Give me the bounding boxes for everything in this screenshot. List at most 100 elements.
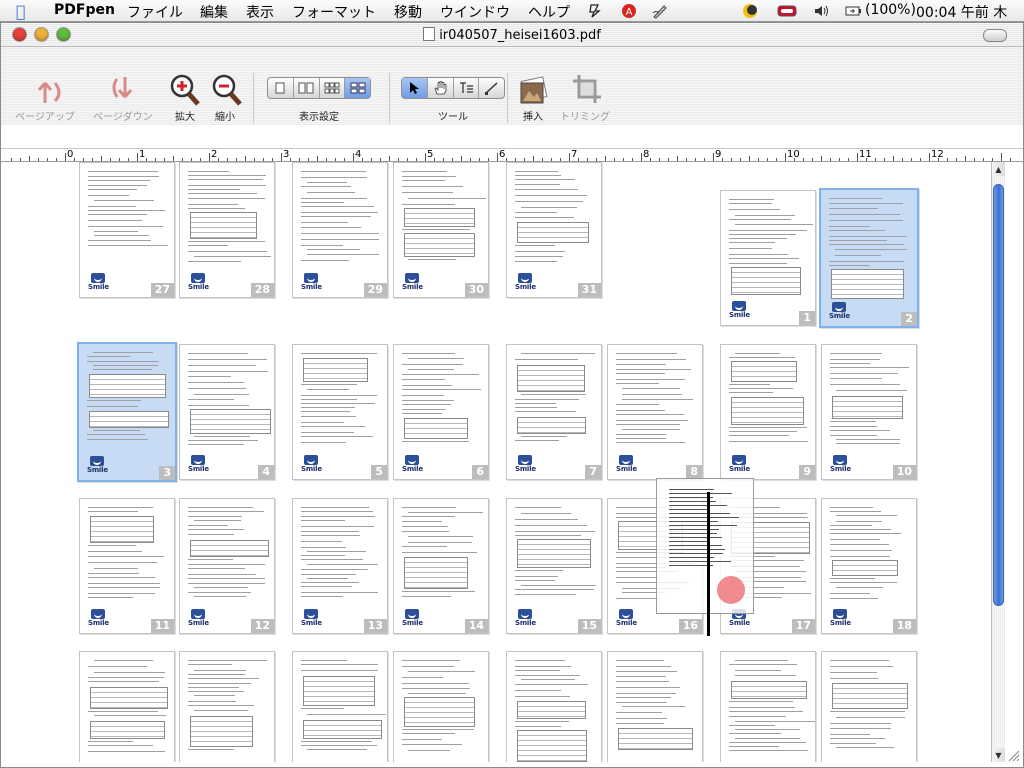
page-thumbnail[interactable]: Smile 6 — [393, 344, 489, 480]
page-thumbnail[interactable]: Smile 7 — [506, 344, 602, 480]
ruler-tick — [65, 153, 66, 161]
view-thumbnails-icon[interactable] — [345, 78, 370, 98]
page-thumbnail[interactable]: Smile 12 — [179, 498, 275, 634]
page-up-label[interactable]: ページアップ — [15, 108, 75, 123]
ruler-tick — [110, 158, 111, 161]
airport-icon[interactable] — [776, 3, 798, 19]
page-thumbnail[interactable]: Smile21 — [292, 651, 388, 762]
page-thumbnail[interactable]: Smile 11 — [79, 498, 175, 634]
zoom-in-icon[interactable] — [169, 73, 201, 107]
text-line — [301, 212, 379, 213]
horizontal-ruler[interactable]: 0 1 2 3 4 5 6 7 8 9 10 11 12 — [1, 148, 1023, 162]
hand-tool-icon[interactable] — [428, 78, 454, 98]
ruler-tick — [686, 158, 687, 161]
page-thumbnail[interactable]: Smile 27 — [79, 162, 175, 298]
page-thumbnail[interactable]: Smile25 — [720, 651, 816, 762]
menu-help[interactable]: ヘルプ — [528, 2, 570, 22]
page-thumbnail[interactable]: Smile23 — [506, 651, 602, 762]
page-thumbnail[interactable]: Smile 28 — [179, 162, 275, 298]
text-line — [729, 711, 803, 712]
text-line — [515, 576, 558, 577]
scroll-up-arrow-icon[interactable]: ▲ — [992, 162, 1005, 176]
page-thumbnail[interactable]: Smile 13 — [292, 498, 388, 634]
menu-file[interactable]: ファイル — [127, 2, 183, 22]
apple-menu-icon[interactable]:  — [16, 2, 26, 21]
scroll-thumb[interactable] — [993, 184, 1004, 606]
text-line — [515, 195, 587, 196]
page-up-icon[interactable] — [33, 73, 67, 107]
text-line — [88, 511, 138, 512]
page-thumbnail[interactable]: Smile 30 — [393, 162, 489, 298]
page-down-icon[interactable] — [109, 73, 143, 107]
text-line — [307, 389, 350, 390]
page-thumbnail[interactable]: Smile 5 — [292, 344, 388, 480]
resize-grip-icon[interactable] — [1005, 747, 1021, 763]
table-block — [404, 557, 469, 589]
arrow-tool-icon[interactable] — [402, 78, 428, 98]
menu-go[interactable]: 移動 — [394, 2, 422, 22]
page-thumbnail[interactable]: Smile 8 — [607, 344, 703, 480]
page-thumbnail[interactable]: Smile 18 — [821, 498, 917, 634]
page-thumbnail[interactable]: Smile19 — [79, 651, 175, 762]
text-line — [829, 198, 882, 199]
text-line — [88, 593, 156, 594]
volume-icon[interactable] — [813, 3, 829, 19]
logo-mark — [405, 273, 419, 283]
page-thumbnail-grid[interactable]: Smile 1 Smile 2 Smile 3 Smile 4 Smile 5 Smile 6 Smil… — [1, 162, 991, 762]
toolbar-toggle-button[interactable] — [983, 29, 1007, 42]
ink-pen-icon[interactable] — [652, 3, 668, 19]
page-thumbnail[interactable]: Smile 9 — [720, 344, 816, 480]
page-thumbnail[interactable]: Smile 10 — [821, 344, 917, 480]
page-thumbnail[interactable]: Smile20 — [179, 651, 275, 762]
page-thumbnail[interactable]: Smile26 — [821, 651, 917, 762]
scroll-down-arrow-icon[interactable]: ▼ — [992, 748, 1005, 762]
text-line — [402, 404, 451, 405]
page-thumbnail[interactable]: Smile24 — [607, 651, 703, 762]
text-line — [669, 509, 711, 510]
trim-crop-icon[interactable] — [571, 73, 605, 107]
zoom-out-icon[interactable] — [211, 73, 243, 107]
menu-format[interactable]: フォーマット — [292, 2, 376, 22]
display-icon[interactable] — [742, 3, 758, 19]
title-bar[interactable]: ir040507_heisei1603.pdf — [1, 23, 1023, 47]
page-thumbnail[interactable]: Smile 2 — [819, 188, 919, 328]
ruler-tick — [497, 153, 498, 161]
text-line — [88, 562, 157, 563]
table-block — [832, 396, 904, 419]
menu-edit[interactable]: 編集 — [200, 2, 228, 22]
zoom-in-label[interactable]: 拡大 — [175, 108, 195, 123]
page-thumbnail[interactable]: Smile 4 — [179, 344, 275, 480]
ruler-tick — [569, 153, 570, 161]
ruler-tick — [668, 158, 669, 161]
zoom-out-label[interactable]: 縮小 — [215, 108, 235, 123]
text-line — [515, 696, 570, 697]
page-thumbnail[interactable]: Smile 14 — [393, 498, 489, 634]
ruler-tick — [506, 158, 507, 161]
page-thumbnail[interactable]: Smile 15 — [506, 498, 602, 634]
view-two-page-icon[interactable] — [294, 78, 320, 98]
view-single-page-icon[interactable] — [268, 78, 294, 98]
insert-image-icon[interactable] — [515, 73, 551, 107]
view-grid-icon[interactable] — [320, 78, 346, 98]
text-line — [830, 511, 882, 512]
battery-icon[interactable] — [845, 3, 861, 19]
menu-window[interactable]: ウインドウ — [440, 2, 510, 22]
insert-label[interactable]: 挿入 — [523, 108, 543, 123]
page-thumbnail[interactable]: Smile 29 — [292, 162, 388, 298]
page-thumbnail[interactable]: Smile 1 — [720, 190, 816, 326]
text-line — [515, 407, 558, 408]
page-thumbnail[interactable]: Smile 3 — [77, 342, 177, 482]
text-tool-icon[interactable] — [454, 78, 480, 98]
script-menu-icon[interactable] — [587, 3, 603, 19]
menu-view[interactable]: 表示 — [246, 2, 274, 22]
line-tool-icon[interactable] — [479, 78, 504, 98]
vertical-scrollbar[interactable]: ▲ ▼ — [991, 162, 1005, 762]
page-thumbnail[interactable]: Smile22 — [393, 651, 489, 762]
trim-label[interactable]: トリミング — [560, 108, 610, 123]
acrobat-icon[interactable]: A — [621, 3, 637, 19]
page-thumbnail[interactable]: Smile 31 — [506, 162, 602, 298]
text-line — [616, 687, 680, 688]
menu-clock[interactable]: 00:04 午前 木 — [916, 2, 1007, 22]
page-down-label[interactable]: ページダウン — [93, 108, 153, 123]
app-menu[interactable]: PDFpen — [54, 2, 115, 18]
